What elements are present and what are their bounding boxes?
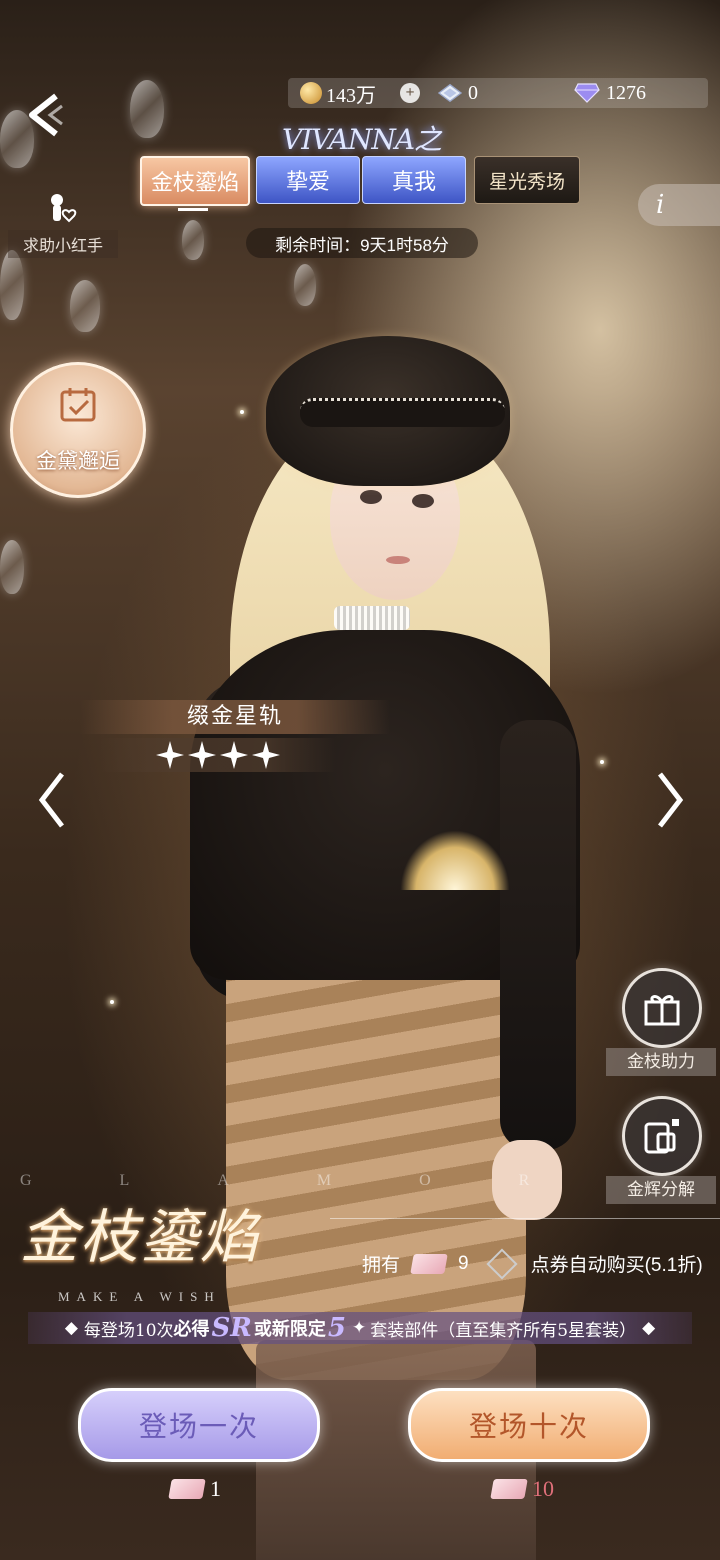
item-name: 缀金星轨 — [186, 704, 283, 729]
assist-label: 金枝助力 — [606, 1048, 716, 1076]
pull-ten-cost-value: 10 — [532, 1476, 554, 1501]
ticket-icon — [490, 1479, 528, 1499]
star-icon — [252, 741, 280, 769]
tab-label: 星光秀场 — [488, 170, 565, 193]
pull-ten-cost: 10 — [490, 1476, 554, 1502]
tab-label: 金枝鎏焰 — [150, 171, 239, 196]
item-rarity-stars — [100, 738, 336, 772]
plus-icon: + — [400, 83, 420, 103]
guarantee-banner: ◆ 每登场10次 必得 SR 或新限定 5 ✦ 套装部件（直至集齐所有5星套装）… — [28, 1312, 692, 1344]
side-event-button[interactable]: 金黛邂逅 — [10, 362, 146, 498]
gem-counter[interactable]: 1276 — [574, 80, 646, 106]
helper-button[interactable]: 求助小红手 — [8, 190, 118, 258]
assist-button[interactable] — [622, 968, 702, 1048]
promo-five: 5 — [327, 1313, 347, 1343]
tab-star-show[interactable]: 星光秀场 — [474, 156, 580, 204]
owned-label: 拥有 — [362, 1255, 401, 1276]
character-eye — [360, 490, 382, 504]
pull-ten-button[interactable]: 登场十次 — [408, 1388, 650, 1462]
next-arrow-icon[interactable] — [652, 770, 688, 830]
star-icon — [188, 741, 216, 769]
promo-or: 或新限定 — [253, 1319, 326, 1340]
character-brooch — [400, 830, 510, 890]
star-icon — [220, 741, 248, 769]
banner-logo: 金枝鎏焰 — [20, 1203, 261, 1271]
coin-add-button[interactable]: + — [400, 80, 420, 106]
banner-logo-subtitle: MAKE A WISH — [58, 1289, 221, 1304]
decompose-icon — [644, 1119, 679, 1154]
gem-icon — [574, 83, 600, 103]
character-lips — [386, 556, 410, 564]
star-icon — [156, 741, 184, 769]
promo-must: 必得 — [173, 1319, 210, 1340]
tab-beloved[interactable]: 挚爱 — [256, 156, 360, 204]
tab-label: 真我 — [391, 170, 436, 195]
coin-icon — [300, 82, 322, 104]
coin-amount: 143万 — [326, 84, 376, 107]
chandelier-crystal — [0, 540, 24, 594]
chandelier-crystal — [70, 280, 100, 332]
diamond-bullet: ◆ — [642, 1318, 656, 1338]
character-beret-band — [300, 398, 505, 427]
character-necklace — [334, 606, 410, 630]
diamond-icon — [438, 83, 462, 103]
back-arrow-icon[interactable] — [22, 92, 68, 138]
diamond-amount: 0 — [468, 81, 478, 104]
tab-true-self[interactable]: 真我 — [362, 156, 466, 204]
ticket-icon — [168, 1479, 206, 1499]
tab-golden-flame[interactable]: 金枝鎏焰 — [140, 156, 250, 206]
gift-icon — [644, 995, 680, 1026]
pull-once-cost-value: 1 — [210, 1476, 221, 1501]
side-event-label: 金黛邂逅 — [36, 449, 120, 473]
character-right-arm — [500, 720, 576, 1150]
star-sparkle-icon: ✦ — [352, 1318, 367, 1338]
pull-ten-label: 登场十次 — [468, 1410, 589, 1443]
character-eye — [412, 494, 434, 508]
auto-buy-checkbox[interactable] — [486, 1247, 518, 1280]
previous-arrow-icon[interactable] — [34, 770, 70, 830]
coin-counter[interactable]: 143万 — [300, 80, 376, 107]
owned-tickets: 拥有 9 点券自动购买(5.1折) — [362, 1247, 703, 1280]
chandelier-crystal — [130, 80, 164, 138]
ticket-icon — [410, 1253, 448, 1274]
active-tab-indicator — [178, 208, 208, 211]
pull-once-button[interactable]: 登场一次 — [78, 1388, 320, 1462]
helper-label: 求助小红手 — [8, 230, 118, 258]
owned-count: 9 — [458, 1252, 469, 1274]
tab-label: 挚爱 — [285, 170, 330, 195]
auto-buy-label[interactable]: 点券自动购买(5.1折) — [531, 1250, 703, 1277]
promo-sr: SR — [211, 1313, 252, 1343]
remaining-time: 剩余时间：9天1时58分 — [246, 228, 478, 258]
chandelier-crystal — [182, 220, 204, 260]
calendar-icon — [60, 388, 96, 422]
helper-hand-icon — [51, 194, 77, 223]
sparkle — [600, 760, 604, 764]
banner-glamor-text: GLAMOR — [20, 1172, 618, 1189]
decompose-button[interactable] — [622, 1096, 702, 1176]
sparkle — [240, 410, 244, 414]
pull-once-cost: 1 — [168, 1476, 221, 1502]
sparkle — [110, 1000, 114, 1004]
info-button[interactable]: i — [638, 184, 720, 226]
chandelier-crystal — [294, 264, 316, 306]
pull-once-label: 登场一次 — [138, 1410, 259, 1443]
diamond-bullet: ◆ — [64, 1318, 78, 1338]
banner-divider — [330, 1218, 720, 1219]
promo-text-post: 套装部件（直至集齐所有5星套装） — [370, 1320, 637, 1341]
chandelier-crystal — [0, 250, 24, 320]
promo-text-pre: 每登场10次 — [83, 1320, 174, 1341]
gem-amount: 1276 — [606, 81, 646, 104]
diamond-counter[interactable]: 0 — [438, 80, 478, 106]
